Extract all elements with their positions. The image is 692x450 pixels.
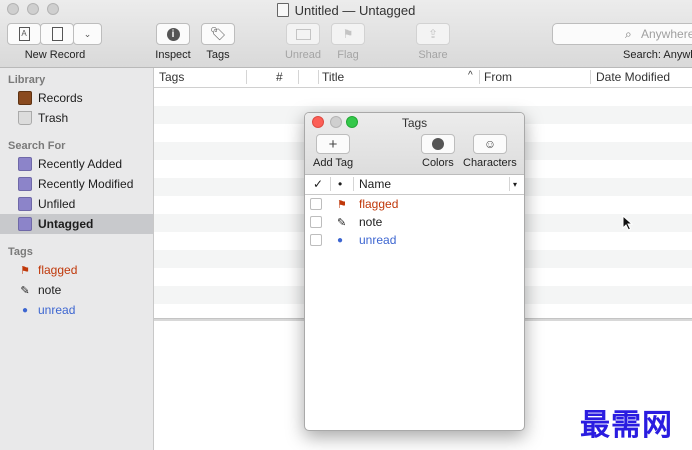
unread-button[interactable] xyxy=(286,23,320,45)
sidebar: Library Records Trash Search For Recentl… xyxy=(0,68,154,450)
tags-panel-title: Tags xyxy=(401,116,428,130)
smart-folder-icon xyxy=(18,157,32,171)
flag-icon: ⚑ xyxy=(342,27,354,41)
sidebar-item-label: Recently Modified xyxy=(38,177,134,191)
info-icon: i xyxy=(166,27,180,41)
search-scope-label: Search: Anywhere xyxy=(623,49,692,61)
sidebar-item-label: Untagged xyxy=(38,217,94,231)
sidebar-item-label: Records xyxy=(38,91,83,105)
library-heading: Library xyxy=(8,74,46,86)
tag-name: flagged xyxy=(359,197,399,211)
inspect-button[interactable]: i xyxy=(156,23,190,45)
colors-label: Colors xyxy=(422,157,454,169)
tag-icon: 🏷 xyxy=(209,26,227,41)
characters-label: Characters xyxy=(463,157,517,169)
sidebar-item-recently-added[interactable]: Recently Added xyxy=(0,154,153,174)
tags-table-header: ✓ • Name ▾ xyxy=(305,175,524,195)
pencil-icon: ✎ xyxy=(337,216,347,229)
share-button[interactable]: ⇪ xyxy=(416,23,450,45)
new-record-icon: A xyxy=(18,27,30,41)
envelope-icon xyxy=(295,28,311,40)
search-placeholder: Anywhere xyxy=(641,27,692,41)
chevron-down-icon: ⌄ xyxy=(83,28,92,39)
sidebar-item-note[interactable]: ✎ note xyxy=(0,280,153,300)
mouse-pointer-icon xyxy=(622,215,634,231)
smart-folder-icon xyxy=(18,197,32,211)
column-header-name[interactable]: Name xyxy=(359,177,391,191)
tags-button[interactable]: 🏷 xyxy=(201,23,235,45)
sidebar-item-untagged[interactable]: Untagged xyxy=(0,214,153,234)
tag-name: note xyxy=(359,215,383,229)
flag-button[interactable]: ⚑ xyxy=(331,23,365,45)
dot-icon: ● xyxy=(21,304,29,316)
column-header-check[interactable]: ✓ xyxy=(313,177,323,191)
document-icon xyxy=(276,3,289,17)
sidebar-item-unread[interactable]: ● unread xyxy=(0,300,153,320)
new-note-button[interactable] xyxy=(40,23,74,45)
unread-label: Unread xyxy=(284,49,322,61)
sidebar-item-label: Trash xyxy=(38,111,69,125)
sidebar-item-label: note xyxy=(38,283,62,297)
window-title: Untitled — Untagged xyxy=(0,3,692,18)
tags-panel: Tags + Add Tag Colors ☺ Characters ✓ • N… xyxy=(304,112,525,431)
sidebar-item-records[interactable]: Records xyxy=(0,88,153,108)
sort-ascending-icon: ^ xyxy=(468,70,473,81)
watermark: 最需网 xyxy=(580,408,673,443)
window-title-text: Untitled — Untagged xyxy=(294,3,416,18)
flag-icon: ⚑ xyxy=(337,198,347,211)
search-for-heading: Search For xyxy=(8,140,66,152)
tag-row-unread[interactable]: ● unread xyxy=(305,231,524,249)
sidebar-item-label: unread xyxy=(38,303,76,317)
palette-icon xyxy=(432,138,444,150)
column-header-title[interactable]: Title xyxy=(322,70,344,84)
sidebar-item-trash[interactable]: Trash xyxy=(0,108,153,128)
tag-row-note[interactable]: ✎ note xyxy=(305,213,524,231)
add-tag-button[interactable]: + xyxy=(316,134,350,154)
column-header-from[interactable]: From xyxy=(484,70,512,84)
search-input[interactable]: ⌕ Anywhere xyxy=(552,23,692,45)
new-record-button[interactable]: A xyxy=(7,23,41,45)
new-record-menu-button[interactable]: ⌄ xyxy=(73,23,102,45)
tags-heading: Tags xyxy=(8,246,33,258)
inspect-label: Inspect xyxy=(155,49,191,61)
add-tag-label: Add Tag xyxy=(313,157,354,169)
share-icon: ⇪ xyxy=(427,27,439,41)
smiley-icon: ☺ xyxy=(483,137,497,151)
tags-label: Tags xyxy=(206,49,230,61)
records-table-header: Tags # Title ^ From Date Modified xyxy=(154,68,692,88)
share-label: Share xyxy=(418,49,448,61)
smart-folder-icon xyxy=(18,177,32,191)
sidebar-item-unfiled[interactable]: Unfiled xyxy=(0,194,153,214)
tag-checkbox[interactable] xyxy=(310,216,322,228)
column-menu-icon[interactable]: ▾ xyxy=(513,180,517,189)
tags-panel-toolbar: Tags + Add Tag Colors ☺ Characters xyxy=(305,113,524,175)
flag-icon: ⚑ xyxy=(20,264,30,277)
column-header-tags[interactable]: Tags xyxy=(159,70,184,84)
flag-label: Flag xyxy=(337,49,359,61)
search-icon: ⌕ xyxy=(625,27,632,41)
new-record-label: New Record xyxy=(24,49,86,61)
sidebar-item-label: flagged xyxy=(38,263,78,277)
dot-icon: ● xyxy=(337,234,344,246)
records-icon xyxy=(18,91,32,105)
column-header-count[interactable]: # xyxy=(276,70,283,84)
characters-button[interactable]: ☺ xyxy=(473,134,507,154)
column-header-glyph[interactable]: • xyxy=(338,177,342,191)
toolbar: Untitled — Untagged A ⌄ New Record i Ins… xyxy=(0,0,692,68)
smart-folder-icon xyxy=(18,217,32,231)
document-icon xyxy=(51,27,63,41)
sidebar-item-label: Recently Added xyxy=(38,157,123,171)
sidebar-item-label: Unfiled xyxy=(38,197,76,211)
pencil-icon: ✎ xyxy=(20,284,30,297)
tag-name: unread xyxy=(359,233,397,247)
tag-row-flagged[interactable]: ⚑ flagged xyxy=(305,195,524,213)
tag-checkbox[interactable] xyxy=(310,234,322,246)
sidebar-item-flagged[interactable]: ⚑ flagged xyxy=(0,260,153,280)
column-header-date-modified[interactable]: Date Modified xyxy=(596,70,670,84)
sidebar-item-recently-modified[interactable]: Recently Modified xyxy=(0,174,153,194)
tag-checkbox[interactable] xyxy=(310,198,322,210)
trash-icon xyxy=(18,111,32,125)
plus-icon: + xyxy=(328,135,338,153)
colors-button[interactable] xyxy=(421,134,455,154)
